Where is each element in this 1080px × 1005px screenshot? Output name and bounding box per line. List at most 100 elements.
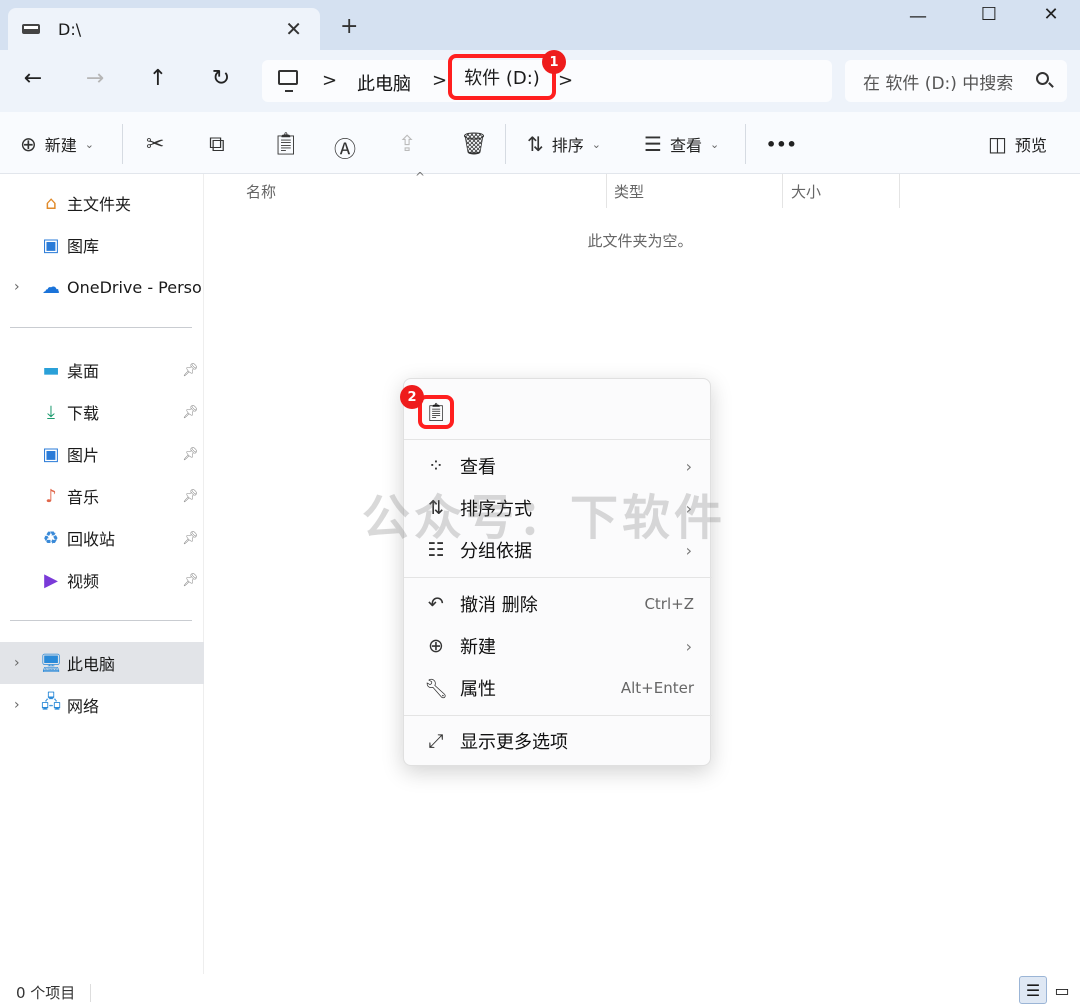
menu-item-properties[interactable]: 🔧︎ 属性 Alt+Enter [404,668,712,708]
menu-item-label: 新建 [460,637,496,658]
column-header-name[interactable]: 名称 [246,174,606,208]
menu-item-sort-by[interactable]: ⇅ 排序方式 › [404,488,712,528]
maximize-button[interactable]: ☐ [966,4,1012,30]
group-icon: ☷ [427,539,445,561]
pin-icon[interactable]: 📌︎ [182,405,199,420]
menu-item-view[interactable]: ⁘ 查看 › [404,446,712,486]
sidebar-item-downloads[interactable]: ⤓ 下载 📌︎ [0,391,204,433]
sidebar-item-recycle-bin[interactable]: ♻ 回收站 📌︎ [0,517,204,559]
preview-button[interactable]: ◫ 预览 [988,130,1047,158]
new-tab-button[interactable]: + [340,14,358,39]
chevron-right-icon[interactable]: › [14,279,20,295]
chevron-right-icon[interactable]: › [14,655,20,671]
paste-icon[interactable]: 📋︎ [272,132,300,157]
sidebar-item-network[interactable]: › 🖧 网络 [0,684,204,726]
menu-item-new[interactable]: ⊕ 新建 › [404,626,712,666]
sidebar-item-this-pc[interactable]: › 🖥︎ 此电脑 [0,642,204,684]
pin-icon[interactable]: 📌︎ [182,573,199,588]
breadcrumb-drive-d[interactable]: 软件 (D:) [448,54,556,100]
refresh-button[interactable]: ↻ [206,66,236,96]
cut-icon[interactable]: ✂ [146,132,164,157]
minimize-button[interactable]: — [895,6,941,32]
desktop-icon: ▬ [42,359,60,381]
chevron-down-icon: ⌄ [591,137,601,151]
back-button[interactable]: ← [18,66,48,96]
up-button[interactable]: ↑ [143,66,173,96]
tab-title: D:\ [58,19,82,39]
title-bar: D:\ ✕ + — ☐ ✕ [0,0,1080,50]
preview-pane-icon: ◫ [988,132,1007,156]
context-menu: 📋︎ 2 ⁘ 查看 › ⇅ 排序方式 › ☷ 分组依据 › ↶ 撤消 删除 Ct… [400,378,712,766]
plus-circle-icon: ⊕ [20,132,37,156]
menu-item-undo-delete[interactable]: ↶ 撤消 删除 Ctrl+Z [404,584,712,624]
forward-button[interactable]: → [80,66,110,96]
cloud-icon: ☁ [42,276,60,298]
chevron-right-icon[interactable]: › [14,697,20,713]
sidebar-item-pictures[interactable]: ▣ 图片 📌︎ [0,433,204,475]
column-header-type[interactable]: 类型 [614,174,782,208]
command-bar: ⊕ 新建 ⌄ ✂ ⧉ 📋︎ Ⓐ ⇪ 🗑︎ ⇅ 排序 ⌄ ☰ 查看 ⌄ ••• ◫… [0,112,1080,174]
column-divider[interactable] [899,174,900,208]
menu-item-label: 分组依据 [460,541,532,562]
column-header-size[interactable]: 大小 [791,174,899,208]
pin-icon[interactable]: 📌︎ [182,531,199,546]
pin-icon[interactable]: 📌︎ [182,447,199,462]
breadcrumb-this-pc[interactable]: 此电脑 [357,70,411,96]
sort-icon: ⇅ [527,132,544,156]
sort-icon: ⇅ [428,497,444,519]
column-divider[interactable] [782,174,783,208]
column-divider[interactable] [606,174,607,208]
network-icon: 🖧 [40,692,62,713]
view-button-label: 查看 [669,136,702,155]
navigation-bar: ← → ↑ ↻ > 此电脑 > 软件 (D:) 1 > 在 软件 (D:) 中搜… [0,50,1080,112]
grid-icon: ⁘ [428,455,444,477]
copy-icon[interactable]: ⧉ [209,132,225,157]
sidebar-item-desktop[interactable]: ▬ 桌面 📌︎ [0,349,204,391]
tiles-view-icon[interactable]: ▭ [1048,976,1076,1004]
tab-close-button[interactable]: ✕ [285,17,302,41]
step-badge-2: 2 [400,385,424,409]
address-bar[interactable]: > 此电脑 > 软件 (D:) 1 > [262,50,832,102]
menu-item-label: 排序方式 [460,499,532,520]
undo-icon: ↶ [428,593,444,615]
pictures-icon: ▣ [42,443,60,465]
search-box[interactable]: 在 软件 (D:) 中搜索 [845,60,1067,102]
sidebar-item-music[interactable]: ♪ 音乐 📌︎ [0,475,204,517]
download-icon: ⤓ [47,401,55,423]
sidebar-item-videos[interactable]: ▶ 视频 📌︎ [0,559,204,601]
close-window-button[interactable]: ✕ [1028,4,1074,30]
preview-button-label: 预览 [1014,136,1047,155]
menu-divider [404,577,712,578]
breadcrumb-separator[interactable]: > [432,70,447,91]
sort-button[interactable]: ⇅ 排序 ⌄ [527,130,601,158]
expand-icon: ⤢ [428,730,444,752]
pin-icon[interactable]: 📌︎ [182,363,199,378]
column-header-name-label: 名称 [246,182,277,201]
menu-item-show-more-options[interactable]: ⤢ 显示更多选项 [404,721,712,761]
drive-icon [22,24,40,34]
more-options-button[interactable]: ••• [766,130,797,158]
status-item-count: 0 个项目 [16,984,76,1002]
rename-icon[interactable]: Ⓐ [334,132,356,164]
chevron-down-icon: ⌄ [84,137,94,151]
new-button[interactable]: ⊕ 新建 ⌄ [20,130,94,158]
menu-item-label: 撤消 删除 [460,595,538,616]
share-icon[interactable]: ⇪ [398,132,416,157]
pin-icon[interactable]: 📌︎ [182,489,199,504]
menu-item-group-by[interactable]: ☷ 分组依据 › [404,530,712,570]
view-button[interactable]: ☰ 查看 ⌄ [644,130,719,158]
breadcrumb-separator[interactable]: > [322,70,337,91]
divider [10,620,192,621]
sidebar-item-onedrive[interactable]: › ☁ OneDrive - Personal [0,266,204,308]
delete-icon[interactable]: 🗑︎ [460,132,488,157]
divider [10,327,192,328]
sidebar-item-home[interactable]: ⌂ 主文件夹 [0,182,204,224]
music-icon: ♪ [45,485,57,507]
tab-drive-d[interactable]: D:\ ✕ [8,8,320,50]
sort-button-label: 排序 [551,136,584,155]
menu-divider [404,715,712,716]
divider [745,124,746,164]
details-view-icon[interactable]: ☰ [1019,976,1047,1004]
breadcrumb-separator[interactable]: > [558,70,573,91]
menu-divider [404,439,712,440]
